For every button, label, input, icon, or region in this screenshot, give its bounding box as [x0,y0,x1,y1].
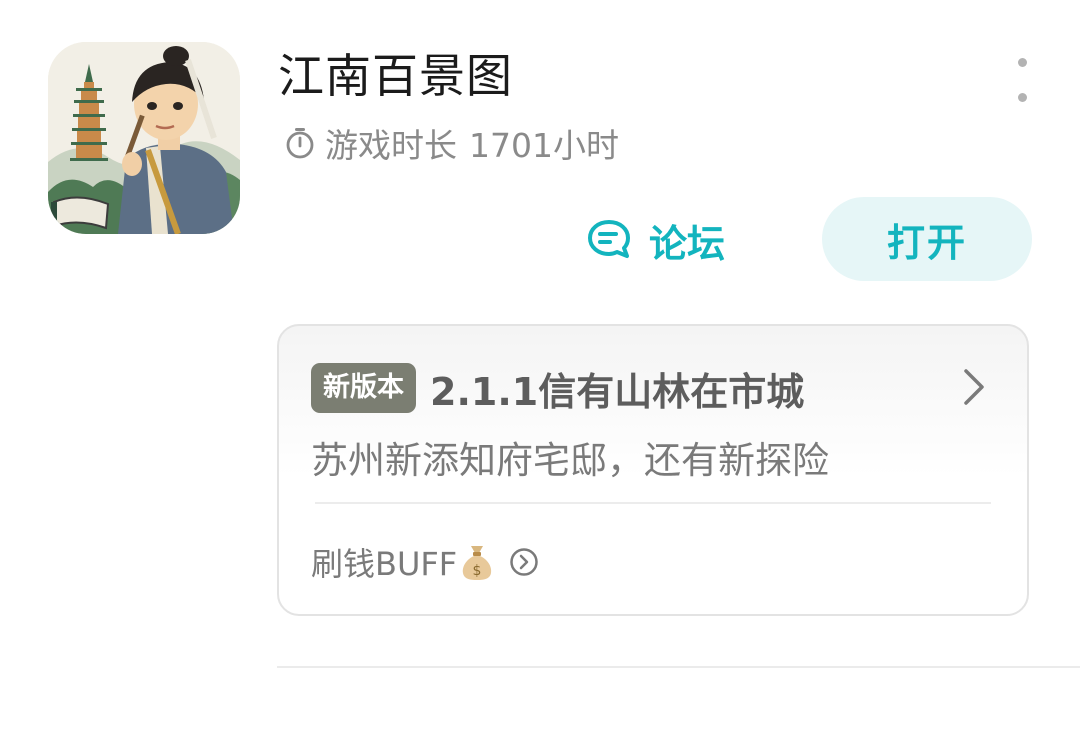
forum-chat-icon [585,216,633,264]
more-vertical-icon [1017,58,1027,67]
game-list-entry: 江南百景图 游戏时长 1701小时 论坛 打开 新版本 2.1.1信有山林在市城… [0,0,1080,735]
forum-button[interactable]: 论坛 [585,208,725,272]
new-version-badge: 新版本 [311,363,416,413]
buff-text: 刷钱BUFF [311,545,458,583]
open-button[interactable]: 打开 [822,197,1032,281]
forum-label: 论坛 [649,221,726,266]
version-description: 苏州新添知府宅邸，还有新探险 [311,439,829,482]
svg-text:$: $ [473,563,482,579]
playtime-label: 游戏时长 [325,126,457,165]
app-icon[interactable] [48,42,240,234]
moneybag-icon: $ [459,542,495,582]
playtime-row: 游戏时长 1701小时 [283,118,619,168]
card-divider [315,502,991,504]
chevron-right-icon [963,368,985,406]
playtime-value: 1701小时 [469,126,619,165]
arrow-circle-right-icon [509,547,539,577]
buff-link[interactable]: 刷钱BUFF $ [311,538,539,586]
app-icon-artwork [48,42,240,234]
timer-icon [283,126,317,160]
more-options-button[interactable] [1002,58,1042,102]
update-card[interactable]: 新版本 2.1.1信有山林在市城 苏州新添知府宅邸，还有新探险 刷钱BUFF $ [277,324,1029,616]
bottom-divider [277,666,1080,668]
version-title: 2.1.1信有山林在市城 [430,369,805,414]
version-row: 新版本 2.1.1信有山林在市城 [311,358,804,418]
app-title: 江南百景图 [278,49,513,103]
